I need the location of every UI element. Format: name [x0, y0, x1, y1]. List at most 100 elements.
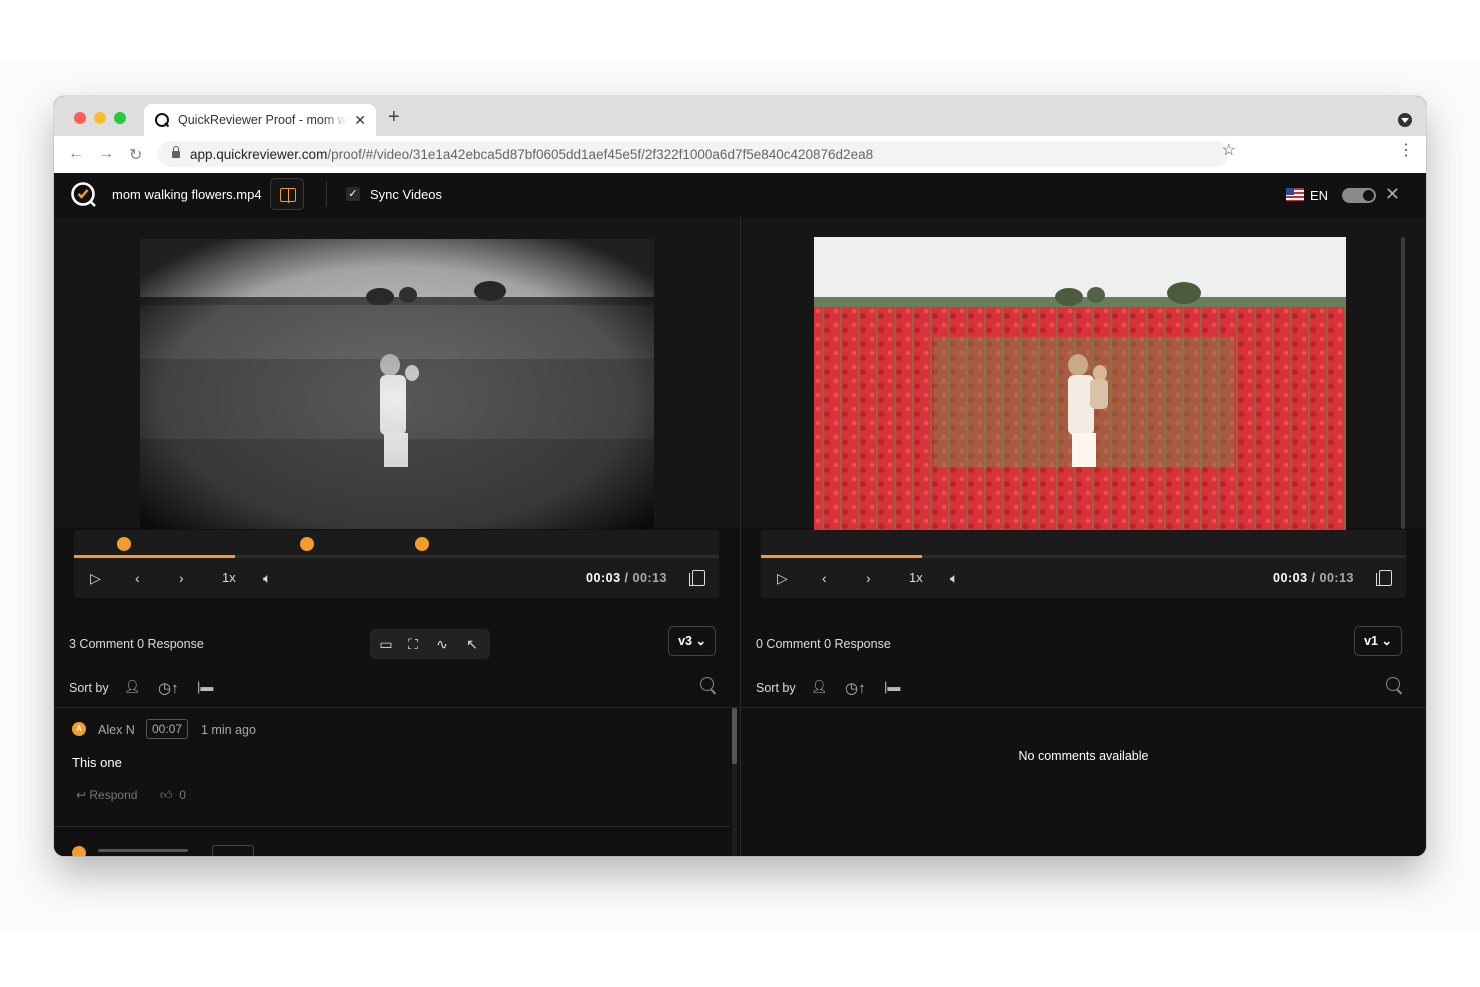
comment-author-placeholder	[98, 849, 188, 852]
left-player-controls: ▷ ‹ › 1x 🔈︎ 00:03/00:13	[74, 530, 719, 598]
right-progress-track[interactable]	[761, 555, 1406, 558]
sort-by-time-icon[interactable]: ◷↑	[845, 679, 866, 697]
comment-tool-icon[interactable]: ▭	[378, 636, 394, 652]
right-comments-header: 0 Comment 0 Response v1 ⌄	[741, 617, 1426, 667]
search-comments-icon[interactable]	[700, 677, 714, 691]
address-bar: ← → ↻ app.quickreviewer.com/proof/#/vide…	[54, 136, 1426, 174]
us-flag-icon[interactable]	[1286, 188, 1304, 201]
tab-title: QuickReviewer Proof - mom walking flower…	[178, 113, 348, 127]
search-comments-icon[interactable]	[1386, 677, 1400, 691]
arrow-tool-icon[interactable]: ↖	[464, 636, 480, 652]
playback-speed-button[interactable]: 1x	[909, 570, 923, 585]
lock-icon	[172, 145, 180, 158]
browser-menu-kebab-icon[interactable]: ⋮	[1398, 140, 1414, 160]
comment-author: Alex N	[98, 723, 135, 737]
right-video-image	[814, 237, 1346, 530]
volume-icon[interactable]: 🔈︎	[263, 570, 271, 587]
sort-by-label: Sort by	[756, 681, 796, 695]
language-selector[interactable]: EN	[1310, 188, 1328, 203]
browser-window: QuickReviewer Proof - mom walking flower…	[54, 96, 1426, 856]
no-comments-message: No comments available	[1018, 749, 1149, 763]
close-compare-icon[interactable]: ✕	[1385, 184, 1400, 205]
left-video-frame[interactable]	[140, 239, 654, 529]
play-icon[interactable]: ▷	[90, 570, 101, 587]
left-time-readout: 00:03/00:13	[586, 571, 667, 585]
snapshot-icon[interactable]	[1376, 570, 1392, 586]
avatar	[72, 846, 86, 856]
tab-close-icon[interactable]: ✕	[354, 112, 366, 129]
comments-scrollbar[interactable]	[732, 708, 737, 856]
right-panel-scrollbar[interactable]	[1401, 237, 1405, 529]
right-video-frame[interactable]	[814, 237, 1346, 530]
url-field[interactable]: app.quickreviewer.com/proof/#/video/31e1…	[158, 141, 1228, 167]
left-comment-summary: 3 Comment 0 Response	[69, 637, 204, 651]
playback-speed-button[interactable]: 1x	[222, 570, 236, 585]
url-text: app.quickreviewer.com/proof/#/video/31e1…	[190, 146, 874, 162]
comment-timestamp-placeholder	[212, 845, 254, 856]
freehand-tool-icon[interactable]: ∿	[434, 636, 450, 652]
sort-by-label: Sort by	[69, 681, 109, 695]
left-version-select[interactable]: v3 ⌄	[668, 626, 716, 656]
left-sort-row: Sort by 👤︎ ◷↑ |▬	[54, 667, 740, 708]
comment-text: This one	[72, 755, 122, 770]
minimize-window-button[interactable]	[94, 112, 106, 124]
respond-button[interactable]: ↩ Respond	[76, 788, 137, 802]
previous-frame-icon[interactable]: ‹	[822, 570, 827, 586]
theme-toggle[interactable]	[1342, 188, 1376, 203]
new-tab-button[interactable]: +	[388, 106, 400, 129]
maximize-window-button[interactable]	[114, 112, 126, 124]
snapshot-icon[interactable]	[689, 570, 705, 586]
right-video-area	[741, 217, 1426, 530]
comment-timestamp[interactable]: 00:07	[146, 719, 189, 739]
sync-videos-checkbox[interactable]: ✓	[346, 187, 360, 201]
volume-icon[interactable]: 🔈︎	[950, 570, 958, 587]
sort-by-user-icon[interactable]: 👤︎	[811, 679, 828, 695]
sort-by-timeline-icon[interactable]: |▬	[884, 679, 900, 694]
sort-by-timeline-icon[interactable]: |▬	[197, 679, 213, 694]
reload-icon[interactable]: ↻	[129, 145, 142, 165]
next-frame-icon[interactable]: ›	[866, 570, 871, 586]
right-version-select[interactable]: v1 ⌄	[1354, 626, 1402, 656]
left-compare-panel: ▷ ‹ › 1x 🔈︎ 00:03/00:13 3 Comment 0 Resp…	[54, 217, 740, 856]
file-name: mom walking flowers.mp4	[112, 187, 262, 202]
forward-arrow-icon[interactable]: →	[98, 145, 114, 163]
annotation-toolbar: ▭ ⛶ ∿ ↖	[370, 629, 490, 659]
left-progress-fill	[74, 555, 236, 558]
quickreviewer-favicon-icon	[155, 113, 170, 128]
previous-frame-icon[interactable]: ‹	[135, 570, 140, 586]
bookmark-star-icon[interactable]: ☆	[1222, 140, 1236, 160]
right-player-controls: ▷ ‹ › 1x 🔈︎ 00:03/00:13	[761, 530, 1406, 598]
comment-marker[interactable]	[117, 537, 131, 551]
sort-by-time-icon[interactable]: ◷↑	[158, 679, 179, 697]
left-comments-header: 3 Comment 0 Response ▭ ⛶ ∿ ↖ v3 ⌄	[54, 617, 740, 667]
comment-item-partial[interactable]	[72, 841, 272, 856]
app-header: mom walking flowers.mp4 ✓ Sync Videos EN…	[54, 173, 1426, 217]
sort-by-user-icon[interactable]: 👤︎	[124, 679, 141, 695]
left-video-image	[140, 239, 654, 529]
comment-marker[interactable]	[300, 537, 314, 551]
right-sort-row: Sort by 👤︎ ◷↑ |▬	[741, 667, 1426, 708]
quickreviewer-logo-icon	[71, 182, 96, 207]
header-divider	[326, 181, 327, 207]
right-compare-panel: ▷ ‹ › 1x 🔈︎ 00:03/00:13 0 Comment 0 Resp…	[741, 217, 1426, 856]
sync-videos-label[interactable]: Sync Videos	[370, 187, 442, 202]
browser-tab[interactable]: QuickReviewer Proof - mom walking flower…	[144, 104, 376, 136]
close-window-button[interactable]	[74, 112, 86, 124]
left-progress-track[interactable]	[74, 555, 719, 558]
right-comment-summary: 0 Comment 0 Response	[756, 637, 891, 651]
avatar: A	[72, 722, 86, 736]
right-time-readout: 00:03/00:13	[1273, 571, 1354, 585]
back-arrow-icon[interactable]: ←	[68, 145, 84, 163]
play-icon[interactable]: ▷	[777, 570, 788, 587]
split-layout-button[interactable]	[270, 178, 304, 210]
next-frame-icon[interactable]: ›	[179, 570, 184, 586]
comment-time-ago: 1 min ago	[201, 723, 256, 737]
tab-bar: QuickReviewer Proof - mom walking flower…	[54, 96, 1426, 136]
comment-item[interactable]: A Alex N 00:07 1 min ago This one ↩ Resp…	[54, 708, 730, 827]
browser-profile-menu-icon[interactable]	[1398, 113, 1412, 127]
left-video-area	[54, 217, 740, 529]
right-progress-fill	[761, 555, 923, 558]
rectangle-tool-icon[interactable]: ⛶	[405, 636, 421, 652]
comment-marker[interactable]	[415, 537, 429, 551]
like-button[interactable]: 👍︎ 0	[160, 788, 186, 803]
